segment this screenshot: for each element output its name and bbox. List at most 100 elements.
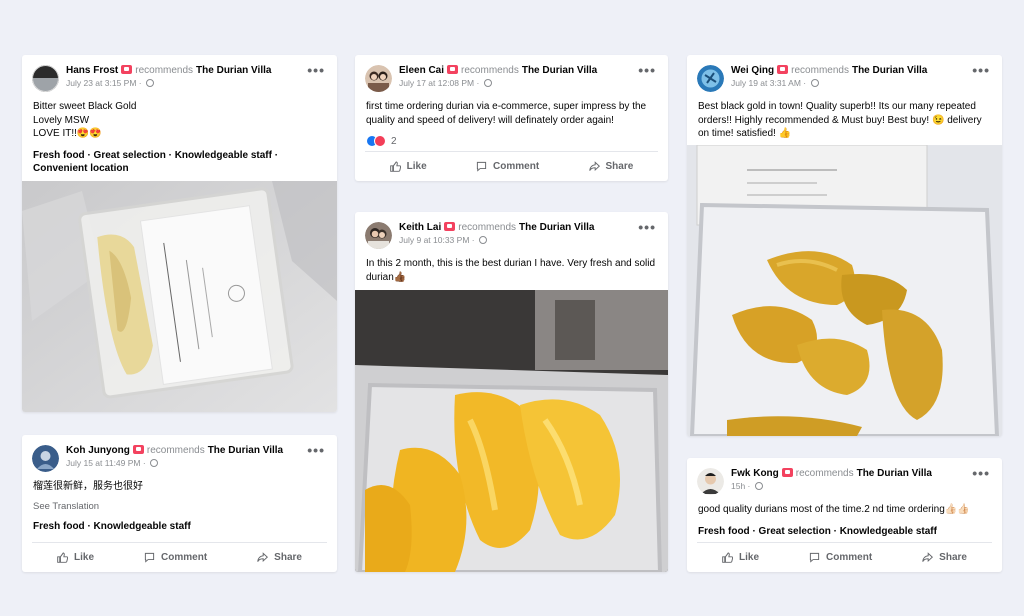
share-button[interactable]: Share	[257, 552, 302, 563]
user-name[interactable]: Koh Junyong	[66, 445, 130, 456]
post-date[interactable]: July 19 at 3:31 AM	[731, 78, 801, 88]
share-icon	[257, 552, 268, 563]
post-line: Lovely MSW	[33, 114, 90, 126]
globe-icon	[145, 79, 154, 87]
tags-line: Convenient location	[33, 162, 129, 174]
review-card-fwk-kong: Fwk Kong recommends The Durian Villa 15h ·…	[687, 458, 1002, 572]
avatar[interactable]	[697, 65, 724, 92]
recommend-icon	[777, 65, 789, 74]
post-text: 榴莲很新鲜，服务也很好	[33, 481, 143, 492]
page-name-link[interactable]: The Durian Villa	[852, 65, 927, 76]
reaction-count: 2	[391, 135, 397, 147]
user-name[interactable]: Fwk Kong	[731, 468, 779, 479]
recommends-label: recommends	[146, 445, 205, 456]
comment-icon	[144, 552, 155, 563]
post-text: good quality durians most of the time.2 …	[698, 504, 970, 515]
user-name[interactable]: Wei Qing	[731, 65, 774, 76]
more-options-button[interactable]: •••	[307, 63, 325, 77]
thumbs-up-icon	[722, 552, 733, 563]
post-date[interactable]: July 9 at 10:33 PM	[399, 235, 469, 245]
thumbs-up-icon	[390, 161, 401, 172]
comment-label: Comment	[826, 552, 873, 563]
like-label: Like	[406, 161, 427, 172]
post-text: Best black gold in town! Quality superb!…	[698, 101, 982, 139]
share-button[interactable]: Share	[922, 552, 967, 563]
comment-icon	[476, 161, 487, 172]
page-name-link[interactable]: The Durian Villa	[519, 222, 594, 233]
share-label: Share	[605, 161, 634, 172]
user-name[interactable]: Keith Lai	[399, 222, 441, 233]
comment-label: Comment	[161, 552, 208, 563]
more-options-button[interactable]: •••	[638, 220, 656, 234]
more-options-button[interactable]: •••	[972, 466, 990, 480]
like-label: Like	[74, 552, 95, 563]
action-bar: Like Comment Share	[365, 151, 658, 181]
love-reaction-icon	[374, 135, 386, 147]
more-options-button[interactable]: •••	[972, 63, 990, 77]
share-icon	[589, 161, 600, 172]
durian-container-photo[interactable]	[687, 145, 1002, 436]
durian-flesh-photo[interactable]	[355, 290, 668, 572]
action-bar: Like Comment Share	[697, 542, 992, 572]
avatar[interactable]	[365, 65, 392, 92]
avatar[interactable]	[32, 65, 59, 92]
like-button[interactable]: Like	[722, 552, 759, 563]
globe-icon	[483, 79, 492, 87]
page-name-link[interactable]: The Durian Villa	[857, 468, 932, 479]
comment-icon	[809, 552, 820, 563]
post-date[interactable]: July 23 at 3:15 PM	[66, 78, 136, 88]
recommend-icon	[444, 222, 456, 231]
review-card-hans-frost: Hans Frost recommends The Durian Villa Jul…	[22, 55, 337, 412]
durian-box-photo[interactable]	[22, 181, 337, 412]
like-label: Like	[739, 552, 760, 563]
post-line: LOVE IT!!😍😍	[33, 128, 102, 139]
avatar[interactable]	[32, 445, 59, 472]
review-card-wei-qing: Wei Qing recommends The Durian Villa July …	[687, 55, 1002, 436]
like-button[interactable]: Like	[57, 552, 94, 563]
more-options-button[interactable]: •••	[307, 443, 325, 457]
post-date[interactable]: 15h	[731, 481, 745, 491]
post-date[interactable]: July 17 at 12:08 PM	[399, 78, 474, 88]
post-text: In this 2 month, this is the best durian…	[366, 258, 656, 283]
review-tags: Fresh food · Great selection · Knowledge…	[22, 141, 337, 175]
globe-icon	[478, 236, 487, 244]
comment-button[interactable]: Comment	[144, 552, 207, 563]
comment-label: Comment	[493, 161, 540, 172]
recommend-icon	[132, 445, 144, 454]
more-options-button[interactable]: •••	[638, 63, 656, 77]
share-icon	[922, 552, 933, 563]
thumbs-up-icon	[57, 552, 68, 563]
recommends-label: recommends	[458, 222, 517, 233]
reactions-summary[interactable]: 2	[355, 127, 668, 147]
page-name-link[interactable]: The Durian Villa	[522, 65, 597, 76]
post-text: Bitter sweet Black Gold Lovely MSW LOVE …	[22, 92, 337, 141]
review-card-eleen-cai: Eleen Cai recommends The Durian Villa July…	[355, 55, 668, 181]
globe-icon	[754, 482, 763, 490]
share-label: Share	[939, 552, 967, 563]
page-name-link[interactable]: The Durian Villa	[208, 445, 283, 456]
action-bar: Like Comment Share	[32, 542, 327, 572]
recommend-icon	[781, 468, 793, 477]
recommends-label: recommends	[461, 65, 519, 76]
page-name-link[interactable]: The Durian Villa	[196, 65, 271, 76]
recommend-icon	[121, 65, 133, 74]
post-date[interactable]: July 15 at 11:49 PM	[66, 458, 141, 468]
review-tags: Fresh food · Knowledgeable staff	[33, 520, 191, 532]
user-name[interactable]: Eleen Cai	[399, 65, 444, 76]
post-line: Bitter sweet Black Gold	[33, 101, 137, 112]
comment-button[interactable]: Comment	[476, 161, 539, 172]
like-button[interactable]: Like	[390, 161, 427, 172]
globe-icon	[810, 79, 819, 87]
avatar[interactable]	[697, 468, 724, 495]
review-card-koh-junyong: Koh Junyong recommends The Durian Villa Ju…	[22, 435, 337, 572]
recommend-icon	[447, 65, 459, 74]
see-translation-link[interactable]: See Translation	[22, 494, 337, 512]
recommends-label: recommends	[795, 468, 854, 479]
post-text: first time ordering durian via e-commerc…	[366, 101, 647, 126]
review-tags: Fresh food · Great selection · Knowledge…	[698, 525, 937, 537]
tags-line: Fresh food · Great selection · Knowledge…	[33, 149, 279, 161]
user-name[interactable]: Hans Frost	[66, 65, 118, 76]
comment-button[interactable]: Comment	[809, 552, 872, 563]
avatar[interactable]	[365, 222, 392, 249]
share-button[interactable]: Share	[589, 161, 634, 172]
